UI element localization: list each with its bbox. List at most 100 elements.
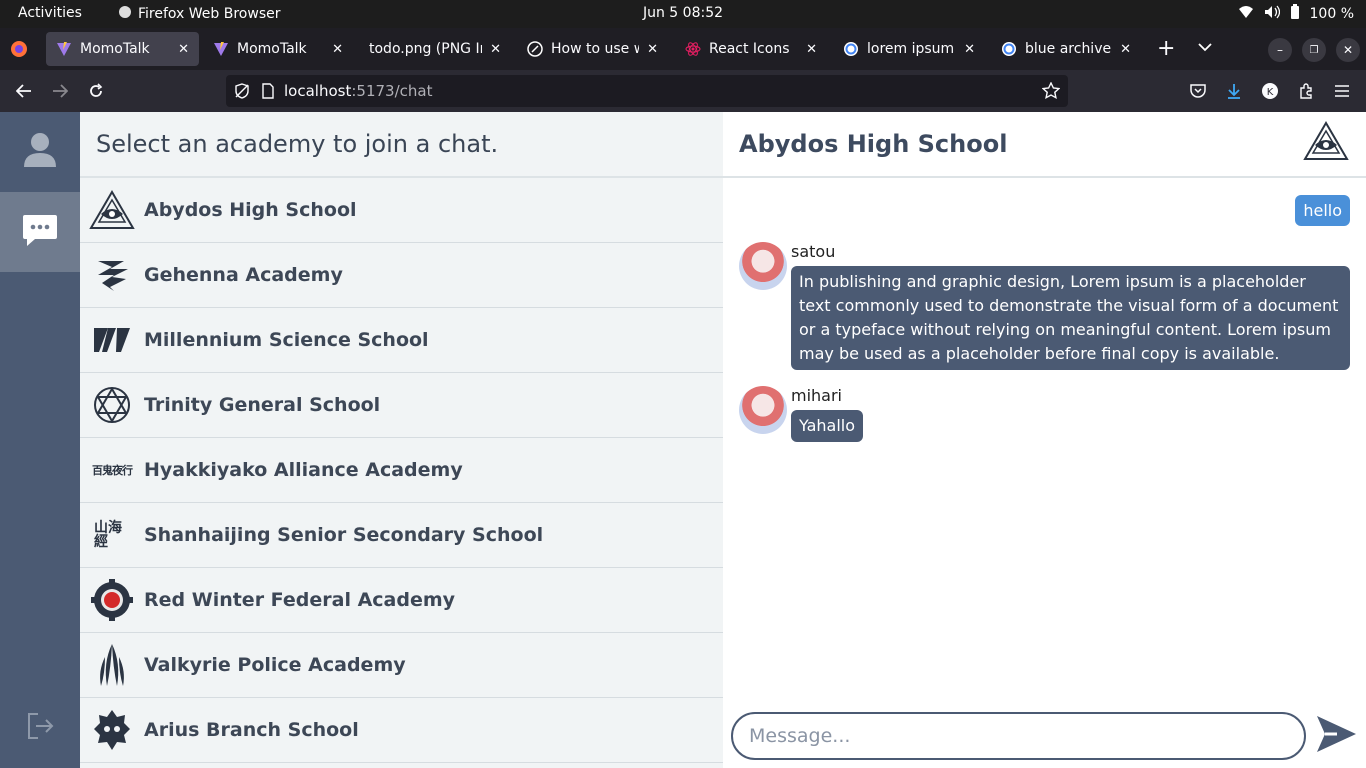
downloads-icon[interactable] <box>1221 78 1247 104</box>
wifi-icon <box>1238 5 1254 23</box>
academy-list-panel: Select an academy to join a chat. Abydos… <box>80 112 723 768</box>
send-button[interactable] <box>1314 714 1358 758</box>
valkyrie-logo-icon <box>88 641 136 689</box>
tab-momotalk-2[interactable]: MomoTalk ✕ <box>203 32 353 66</box>
app-menu[interactable]: Firefox Web Browser <box>118 5 281 23</box>
reload-icon[interactable] <box>83 78 109 104</box>
logout-button[interactable] <box>0 688 80 768</box>
tab-label: lorem ipsum - G <box>867 41 956 57</box>
tab-blue-archive[interactable]: blue archive m ✕ <box>991 32 1141 66</box>
tab-momotalk-1[interactable]: MomoTalk ✕ <box>46 32 199 66</box>
chat-message: satou In publishing and graphic design, … <box>739 242 1350 372</box>
app-sidebar <box>0 112 80 768</box>
chat-icon <box>22 213 58 251</box>
sidebar-item-profile[interactable] <box>0 112 80 192</box>
message-input[interactable] <box>749 725 1289 747</box>
react-icon <box>685 41 701 57</box>
vite-icon <box>56 41 72 57</box>
new-tab-button[interactable]: + <box>1157 36 1175 61</box>
url-bar[interactable]: localhost :5173/chat <box>226 75 1068 107</box>
user-icon <box>23 132 57 172</box>
abydos-logo-icon <box>1302 121 1350 167</box>
google-icon <box>1001 41 1017 57</box>
message-composer <box>731 712 1306 760</box>
academy-name: Arius Branch School <box>144 719 359 741</box>
avatar[interactable] <box>739 386 787 434</box>
millennium-logo-icon <box>88 316 136 364</box>
tab-close-icon[interactable]: ✕ <box>490 42 501 57</box>
back-icon[interactable] <box>11 78 37 104</box>
tab-react-icons[interactable]: React Icons ✕ <box>675 32 827 66</box>
academy-item-gehenna[interactable]: Gehenna Academy <box>80 243 723 308</box>
academy-name: Gehenna Academy <box>144 264 343 286</box>
extensions-icon[interactable] <box>1293 78 1319 104</box>
academy-name: Millennium Science School <box>144 329 429 351</box>
tab-close-icon[interactable]: ✕ <box>647 42 658 57</box>
activities-button[interactable]: Activities <box>18 5 82 21</box>
forward-icon[interactable] <box>47 78 73 104</box>
academy-name: Trinity General School <box>144 394 381 416</box>
sidebar-item-chat[interactable] <box>0 192 80 272</box>
maximize-button[interactable]: ❐ <box>1302 38 1326 62</box>
message-bubble: Yahallo <box>791 410 863 442</box>
academy-item-redwinter[interactable]: Red Winter Federal Academy <box>80 568 723 633</box>
gehenna-logo-icon <box>88 251 136 299</box>
academy-item-millennium[interactable]: Millennium Science School <box>80 308 723 373</box>
trinity-logo-icon <box>88 381 136 429</box>
academy-item-abydos[interactable]: Abydos High School <box>80 178 723 243</box>
tab-close-icon[interactable]: ✕ <box>178 42 189 57</box>
academy-name: Shanhaijing Senior Secondary School <box>144 524 544 546</box>
my-message-bubble: hello <box>1295 195 1350 226</box>
firefox-menu-icon[interactable] <box>10 40 28 62</box>
tab-label: MomoTalk <box>80 41 150 57</box>
url-path: :5173/chat <box>351 82 433 100</box>
tab-label: React Icons <box>709 41 790 57</box>
tab-todo[interactable]: todo.png (PNG Ima ✕ <box>359 32 511 66</box>
account-avatar-icon[interactable]: K <box>1257 78 1283 104</box>
vite-icon <box>213 41 229 57</box>
list-tabs-icon[interactable] <box>1198 40 1212 56</box>
chat-header: Abydos High School <box>723 112 1366 178</box>
academy-item-valkyrie[interactable]: Valkyrie Police Academy <box>80 633 723 698</box>
tracking-protection-icon[interactable] <box>234 83 250 99</box>
hamburger-menu-icon[interactable] <box>1329 78 1355 104</box>
os-top-bar: Activities Firefox Web Browser Jun 5 08:… <box>0 0 1366 28</box>
tab-close-icon[interactable]: ✕ <box>1120 42 1131 57</box>
tab-close-icon[interactable]: ✕ <box>806 42 817 57</box>
app-name: Firefox Web Browser <box>138 6 281 22</box>
message-username: satou <box>791 242 836 261</box>
academy-item-hyakkiyako[interactable]: 百鬼夜行 Hyakkiyako Alliance Academy <box>80 438 723 503</box>
abydos-logo-icon <box>88 186 136 234</box>
academy-item-trinity[interactable]: Trinity General School <box>80 373 723 438</box>
logout-icon <box>26 713 54 743</box>
tab-how-to-use[interactable]: How to use wit ✕ <box>517 32 668 66</box>
bookmark-star-icon[interactable] <box>1042 82 1060 100</box>
close-window-button[interactable]: ✕ <box>1336 38 1360 62</box>
message-username: mihari <box>791 386 842 405</box>
avatar[interactable] <box>739 242 787 290</box>
tab-lorem-ipsum[interactable]: lorem ipsum - G ✕ <box>833 32 985 66</box>
tab-close-icon[interactable]: ✕ <box>332 42 343 57</box>
academy-item-shanhaijing[interactable]: 山海經 Shanhaijing Senior Secondary School <box>80 503 723 568</box>
navigation-bar: localhost :5173/chat K <box>0 70 1366 112</box>
academy-name: Valkyrie Police Academy <box>144 654 406 676</box>
svg-text:K: K <box>1267 87 1274 98</box>
battery-icon <box>1290 4 1300 24</box>
tab-close-icon[interactable]: ✕ <box>964 42 975 57</box>
message-bubble: In publishing and graphic design, Lorem … <box>791 266 1350 370</box>
tab-label: blue archive m <box>1025 41 1112 57</box>
pocket-icon[interactable] <box>1185 78 1211 104</box>
chat-panel: Abydos High School hello satou In publis… <box>723 112 1366 768</box>
volume-icon <box>1264 5 1280 23</box>
arius-logo-icon <box>88 706 136 754</box>
academy-item-arius[interactable]: Arius Branch School <box>80 698 723 763</box>
minimize-button[interactable]: – <box>1268 38 1292 62</box>
tab-label: MomoTalk <box>237 41 307 57</box>
academy-list-heading: Select an academy to join a chat. <box>80 112 723 178</box>
battery-percent: 100 % <box>1309 6 1354 22</box>
page-icon <box>262 83 274 99</box>
url-host: localhost <box>284 82 352 100</box>
tab-bar: MomoTalk ✕ MomoTalk ✕ todo.png (PNG Ima … <box>0 28 1366 70</box>
chat-title: Abydos High School <box>739 130 1008 158</box>
system-tray[interactable]: 100 % <box>1238 4 1354 24</box>
